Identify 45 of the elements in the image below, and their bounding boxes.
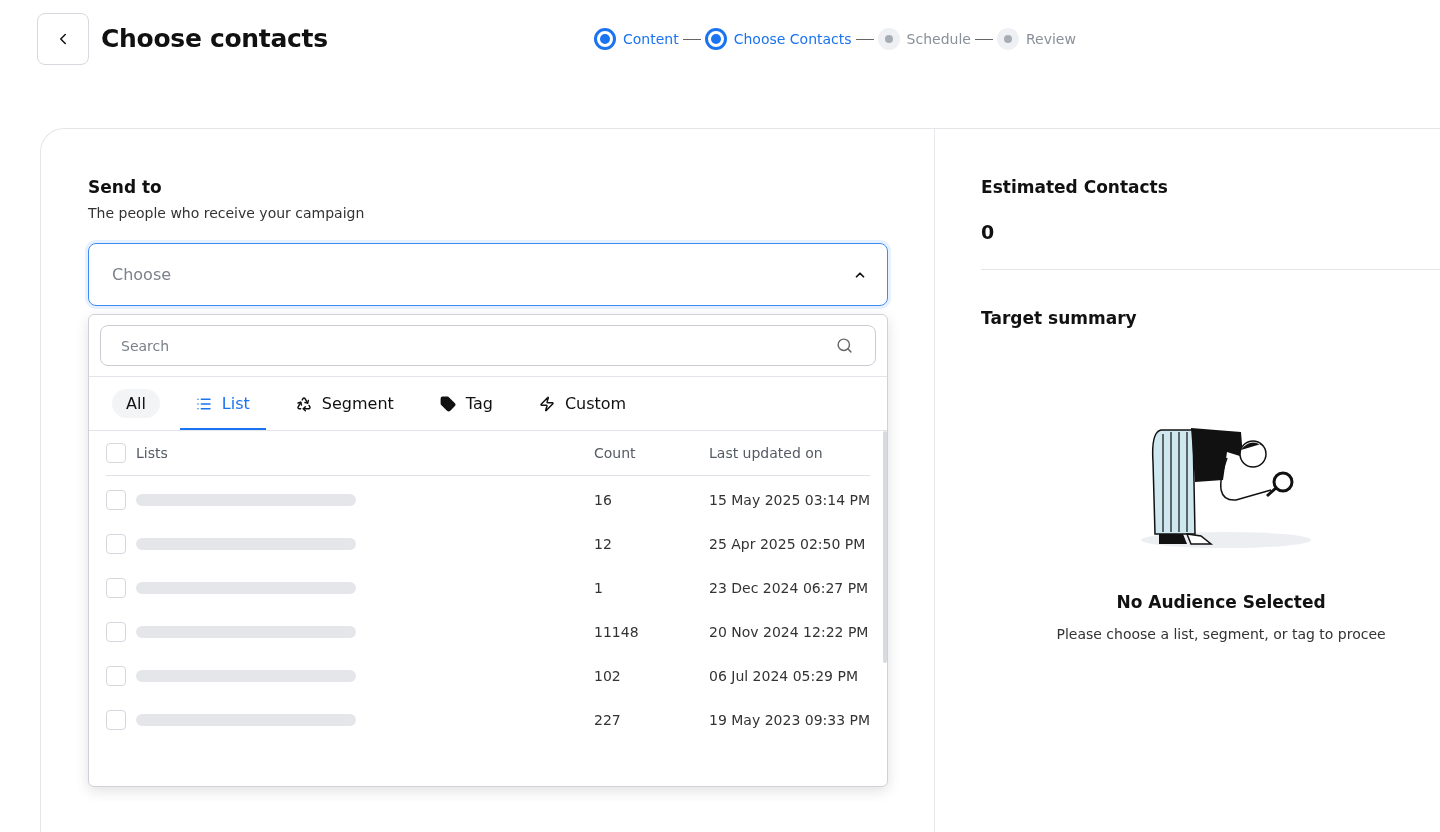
filter-tab[interactable]: Custom xyxy=(522,377,643,430)
row-checkbox[interactable] xyxy=(106,578,126,598)
row-checkbox[interactable] xyxy=(106,666,126,686)
page-title: Choose contacts xyxy=(101,23,328,55)
table-cell-text: 25 Apr 2025 02:50 PM xyxy=(709,536,867,552)
table-cell-text: 227 xyxy=(594,712,622,728)
scrollbar[interactable] xyxy=(883,431,888,663)
table-cell-text: 1 xyxy=(594,580,604,596)
filter-tab[interactable]: Tag xyxy=(423,377,509,430)
audience-select[interactable]: Choose xyxy=(88,243,889,306)
search-icon xyxy=(836,337,854,354)
step-label: Choose Contacts xyxy=(733,31,852,47)
row-checkbox[interactable] xyxy=(106,710,126,730)
search-field[interactable]: Search xyxy=(100,325,877,366)
table-cell-text: 20 Nov 2024 12:22 PM xyxy=(709,624,870,640)
filter-tab[interactable]: Segment xyxy=(279,377,410,430)
section-title: Send to xyxy=(88,177,163,197)
table-cell-text: 11148 xyxy=(594,624,640,640)
step-label: Review xyxy=(1025,31,1076,47)
row-checkbox[interactable] xyxy=(106,490,126,510)
row-checkbox[interactable] xyxy=(106,622,126,642)
filter-tab[interactable]: All xyxy=(112,389,160,418)
column-header: Count xyxy=(594,445,637,461)
column-header: Lists xyxy=(136,445,168,461)
select-all-checkbox[interactable] xyxy=(106,443,126,463)
table-cell-text: 16 xyxy=(594,492,613,508)
filter-tab[interactable]: List xyxy=(179,377,266,430)
empty-title: No Audience Selected xyxy=(1116,592,1326,612)
row-checkbox[interactable] xyxy=(106,534,126,554)
table-cell-text: 102 xyxy=(594,668,622,684)
step-label: Schedule xyxy=(906,31,971,47)
section-subtitle: The people who receive your campaign xyxy=(88,205,366,221)
table-cell: 19 May 2023 09:33 PM xyxy=(709,712,871,728)
section-title: Target summary xyxy=(981,308,1138,328)
empty-message: Please choose a list, segment, or tag to procee xyxy=(1056,626,1386,642)
section-title: Estimated Contacts xyxy=(981,177,1169,197)
tag-icon xyxy=(439,395,456,412)
table-cell-text: 23 Dec 2024 06:27 PM xyxy=(709,580,870,596)
column-header: Last updated on xyxy=(709,445,824,461)
back-button[interactable] xyxy=(37,13,89,65)
table-cell: 15 May 2025 03:14 PM xyxy=(709,492,871,508)
table-cell-text: 06 Jul 2024 05:29 PM xyxy=(709,668,859,684)
table-cell-text: 12 xyxy=(594,536,613,552)
contact-count: 0 xyxy=(981,221,1440,270)
step-label: Content xyxy=(623,31,679,47)
